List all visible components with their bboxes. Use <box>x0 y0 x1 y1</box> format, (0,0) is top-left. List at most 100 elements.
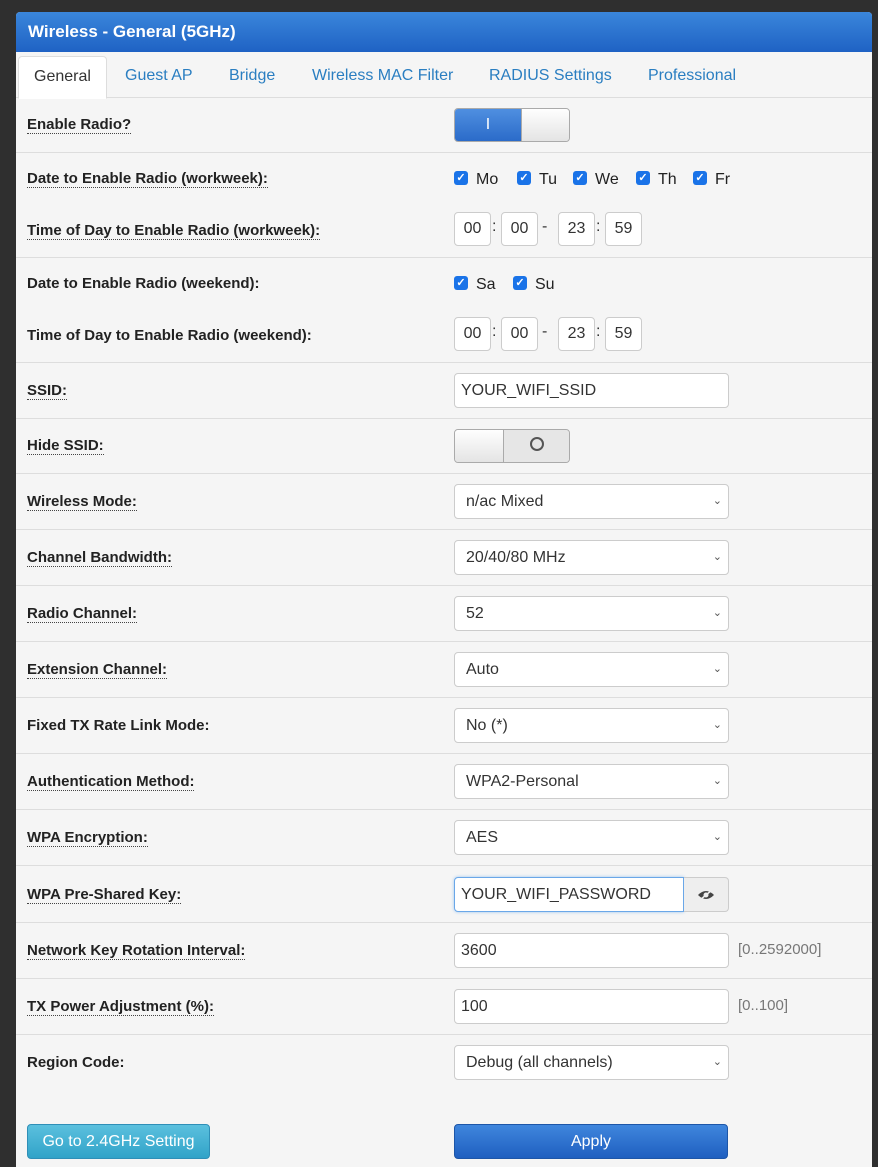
weekend-end-minute[interactable]: 59 <box>605 317 642 351</box>
chevron-down-icon: ⌄ <box>712 775 722 787</box>
region-code-select[interactable]: Debug (all channels) ⌄ <box>454 1045 729 1080</box>
weekend-time-label: Time of Day to Enable Radio (weekend): <box>27 327 312 344</box>
chevron-down-icon: ⌄ <box>712 607 722 619</box>
workweek-schedule-row: Date to Enable Radio (workweek): ✓ Mo ✓ Tu… <box>16 153 872 258</box>
wpa-encryption-label: WPA Encryption: <box>27 829 148 847</box>
checkbox-th[interactable]: ✓ Th <box>636 171 677 189</box>
workweek-end-minute[interactable]: 59 <box>605 212 642 246</box>
checkbox-mo[interactable]: ✓ Mo <box>454 171 498 189</box>
tab-general[interactable]: General <box>18 56 107 99</box>
tab-radius-settings[interactable]: RADIUS Settings <box>489 56 612 99</box>
tx-power-input[interactable]: 100 <box>454 989 729 1024</box>
channel-bandwidth-label: Channel Bandwidth: <box>27 549 172 567</box>
channel-bandwidth-select[interactable]: 20/40/80 MHz ⌄ <box>454 540 729 575</box>
radio-channel-row: Radio Channel: 52 ⌄ <box>16 586 872 642</box>
hide-ssid-toggle[interactable] <box>454 429 570 463</box>
weekend-days-label: Date to Enable Radio (weekend): <box>27 275 260 292</box>
workweek-start-hour[interactable]: 00 <box>454 212 491 246</box>
checkbox-we[interactable]: ✓ We <box>573 171 619 189</box>
apply-button[interactable]: Apply <box>454 1124 728 1159</box>
workweek-time-label: Time of Day to Enable Radio (workweek): <box>27 222 321 240</box>
eye-icon <box>698 889 714 901</box>
toggle-knob <box>455 430 505 462</box>
time-colon: : <box>492 218 497 235</box>
toggle-off-indicator <box>503 430 569 462</box>
tab-bar: General Guest AP Bridge Wireless MAC Fil… <box>16 52 872 99</box>
chevron-down-icon: ⌄ <box>712 495 722 507</box>
extension-channel-row: Extension Channel: Auto ⌄ <box>16 642 872 698</box>
wpa-psk-input[interactable]: YOUR_WIFI_PASSWORD <box>454 877 684 912</box>
auth-method-row: Authentication Method: WPA2-Personal ⌄ <box>16 754 872 810</box>
show-password-button[interactable] <box>684 877 729 912</box>
extension-channel-select[interactable]: Auto ⌄ <box>454 652 729 687</box>
tab-bridge[interactable]: Bridge <box>229 56 275 99</box>
tab-wireless-mac-filter[interactable]: Wireless MAC Filter <box>312 56 453 99</box>
check-icon: ✓ <box>693 171 707 186</box>
ssid-input[interactable]: YOUR_WIFI_SSID <box>454 373 729 408</box>
chevron-down-icon: ⌄ <box>712 1056 722 1068</box>
workweek-days-label: Date to Enable Radio (workweek): <box>27 170 268 188</box>
workweek-end-hour[interactable]: 23 <box>558 212 595 246</box>
chevron-down-icon: ⌄ <box>712 719 722 731</box>
check-icon: ✓ <box>513 276 527 291</box>
checkbox-fr[interactable]: ✓ Fr <box>693 171 730 189</box>
panel-title: Wireless - General (5GHz) <box>16 12 872 52</box>
chevron-down-icon: ⌄ <box>712 663 722 675</box>
fixed-tx-rate-select[interactable]: No (*) ⌄ <box>454 708 729 743</box>
check-icon: ✓ <box>454 276 468 291</box>
region-code-label: Region Code: <box>27 1054 125 1071</box>
time-colon: : <box>492 323 497 340</box>
tab-professional[interactable]: Professional <box>648 56 736 99</box>
check-icon: ✓ <box>454 171 468 186</box>
time-colon: : <box>596 323 601 340</box>
weekend-start-minute[interactable]: 00 <box>501 317 538 351</box>
weekend-end-hour[interactable]: 23 <box>558 317 595 351</box>
wpa-encryption-select[interactable]: AES ⌄ <box>454 820 729 855</box>
fixed-tx-rate-row: Fixed TX Rate Link Mode: No (*) ⌄ <box>16 698 872 754</box>
wpa-encryption-row: WPA Encryption: AES ⌄ <box>16 810 872 866</box>
ssid-row: SSID: YOUR_WIFI_SSID <box>16 363 872 419</box>
check-icon: ✓ <box>636 171 650 186</box>
key-rotation-label: Network Key Rotation Interval: <box>27 942 246 960</box>
wireless-mode-select[interactable]: n/ac Mixed ⌄ <box>454 484 729 519</box>
key-rotation-input[interactable]: 3600 <box>454 933 729 968</box>
radio-channel-label: Radio Channel: <box>27 605 138 623</box>
ssid-label: SSID: <box>27 382 68 400</box>
circle-icon <box>529 437 544 452</box>
hide-ssid-label: Hide SSID: <box>27 437 104 455</box>
radio-channel-select[interactable]: 52 ⌄ <box>454 596 729 631</box>
wireless-mode-row: Wireless Mode: n/ac Mixed ⌄ <box>16 474 872 530</box>
region-code-row: Region Code: Debug (all channels) ⌄ <box>16 1035 872 1091</box>
check-icon: ✓ <box>573 171 587 186</box>
checkbox-su[interactable]: ✓ Su <box>513 276 555 294</box>
chevron-down-icon: ⌄ <box>712 551 722 563</box>
tx-power-row: TX Power Adjustment (%): 100 [0..100] <box>16 979 872 1035</box>
extension-channel-label: Extension Channel: <box>27 661 168 679</box>
check-icon: ✓ <box>517 171 531 186</box>
key-rotation-row: Network Key Rotation Interval: 3600 [0..… <box>16 923 872 979</box>
hide-ssid-row: Hide SSID: <box>16 419 872 474</box>
auth-method-select[interactable]: WPA2-Personal ⌄ <box>454 764 729 799</box>
time-dash: - <box>542 218 548 235</box>
checkbox-tu[interactable]: ✓ Tu <box>517 171 557 189</box>
wpa-psk-row: WPA Pre-Shared Key: YOUR_WIFI_PASSWORD <box>16 866 872 923</box>
workweek-start-minute[interactable]: 00 <box>501 212 538 246</box>
tab-guest-ap[interactable]: Guest AP <box>125 56 193 99</box>
auth-method-label: Authentication Method: <box>27 773 195 791</box>
wireless-general-panel: Wireless - General (5GHz) General Guest … <box>16 12 872 1167</box>
wpa-psk-label: WPA Pre-Shared Key: <box>27 886 182 904</box>
tx-power-range-hint: [0..100] <box>738 997 789 1014</box>
weekend-schedule-row: Date to Enable Radio (weekend): ✓ Sa ✓ Su … <box>16 258 872 363</box>
wireless-mode-label: Wireless Mode: <box>27 493 137 511</box>
time-dash: - <box>542 323 548 340</box>
channel-bandwidth-row: Channel Bandwidth: 20/40/80 MHz ⌄ <box>16 530 872 586</box>
weekend-start-hour[interactable]: 00 <box>454 317 491 351</box>
key-rotation-range-hint: [0..2592000] <box>738 941 822 958</box>
enable-radio-toggle[interactable]: I <box>454 108 570 142</box>
checkbox-sa[interactable]: ✓ Sa <box>454 276 496 294</box>
toggle-knob <box>521 109 569 141</box>
enable-radio-label: Enable Radio? <box>27 116 132 134</box>
go-to-24ghz-button[interactable]: Go to 2.4GHz Setting <box>27 1124 210 1159</box>
time-colon: : <box>596 218 601 235</box>
tx-power-label: TX Power Adjustment (%): <box>27 998 214 1016</box>
